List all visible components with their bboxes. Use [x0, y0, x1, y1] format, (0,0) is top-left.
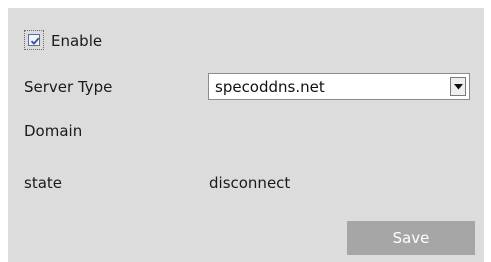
state-value: disconnect — [209, 174, 291, 192]
domain-label: Domain — [24, 122, 83, 140]
chevron-down-icon — [454, 84, 463, 90]
save-button[interactable]: Save — [347, 221, 475, 255]
server-type-dropdown-button[interactable] — [450, 77, 466, 96]
server-type-label: Server Type — [24, 78, 113, 96]
server-type-value: specoddns.net — [215, 78, 325, 96]
ddns-settings-page: Enable Server Type specoddns.net Domain … — [0, 0, 491, 262]
state-label: state — [24, 174, 62, 192]
enable-label: Enable — [51, 32, 103, 50]
checkmark-icon — [30, 37, 40, 45]
enable-checkbox-focus-ring[interactable] — [24, 30, 44, 50]
server-type-select[interactable]: specoddns.net — [208, 73, 470, 100]
enable-checkbox[interactable] — [28, 34, 40, 46]
